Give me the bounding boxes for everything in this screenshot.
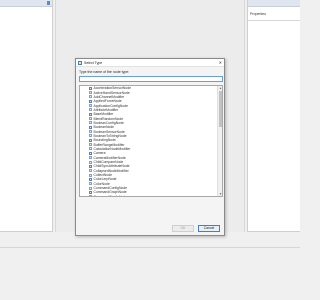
ok-button[interactable]: OK [172, 225, 194, 232]
node-type-icon [89, 138, 92, 142]
node-type-icon [89, 195, 92, 196]
node-type-icon [89, 112, 92, 116]
properties-panel: Properties [247, 0, 300, 232]
node-type-icon [89, 156, 92, 160]
node-type-icon [89, 99, 92, 103]
node-type-icon [89, 95, 92, 99]
bottom-divider [0, 247, 300, 248]
node-type-icon [89, 173, 92, 177]
node-type-icon [89, 164, 92, 168]
node-type-icon [89, 147, 92, 151]
list-scrollbar[interactable]: ▲ ▼ [217, 86, 222, 196]
node-type-icon [89, 86, 92, 90]
dialog-prompt: Type the name of the node type: [79, 70, 130, 74]
node-type-icon [89, 134, 92, 138]
app-window: Properties Select Type ✕ Type the name o… [0, 0, 300, 300]
node-type-list[interactable]: AccelerationSensorNode ActiveHandSensorNo… [79, 85, 223, 197]
node-type-icon [89, 130, 92, 134]
node-type-icon [89, 125, 92, 129]
scroll-up-icon[interactable]: ▲ [218, 86, 222, 90]
dialog-title: Select Type [84, 60, 103, 65]
type-name-input[interactable] [79, 76, 223, 82]
node-type-icon [89, 143, 92, 147]
dialog-footer: OK Cancel [76, 222, 224, 235]
dialog-titlebar: Select Type ✕ [76, 59, 224, 67]
node-type-icon [89, 177, 92, 181]
list-item[interactable]: CommandConfigNode [80, 194, 218, 197]
node-type-icon [89, 151, 92, 155]
node-type-icon [89, 121, 92, 125]
list-item-label: CommandConfigNode [93, 194, 128, 197]
panel-pin-icon[interactable] [47, 1, 50, 5]
node-type-icon [89, 104, 92, 108]
node-type-icon [89, 160, 92, 164]
left-panel [0, 0, 53, 232]
node-type-icon [89, 169, 92, 173]
node-type-icon [89, 190, 92, 194]
node-type-icon [89, 108, 92, 112]
node-type-icon [89, 117, 92, 121]
left-panel-header [0, 0, 52, 7]
scroll-thumb[interactable] [219, 91, 222, 127]
bottom-area [0, 232, 300, 300]
node-type-icon [89, 182, 92, 186]
properties-title: Properties [248, 7, 300, 21]
node-type-icon [89, 186, 92, 190]
select-type-dialog: Select Type ✕ Type the name of the node … [75, 58, 225, 236]
scroll-down-icon[interactable]: ▼ [218, 192, 222, 196]
properties-panel-strip [248, 0, 300, 7]
node-type-icon [89, 91, 92, 95]
cancel-button[interactable]: Cancel [198, 225, 220, 232]
node-type-list-items: AccelerationSensorNode ActiveHandSensorNo… [80, 86, 218, 197]
close-icon[interactable]: ✕ [219, 60, 222, 65]
dialog-app-icon [78, 60, 82, 65]
